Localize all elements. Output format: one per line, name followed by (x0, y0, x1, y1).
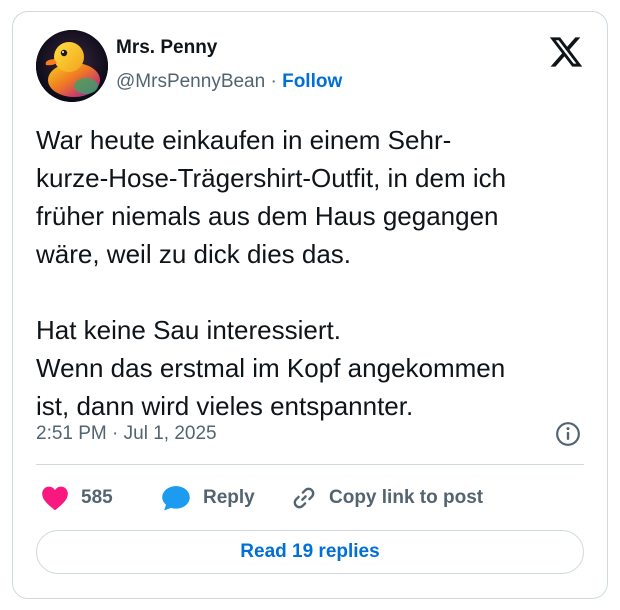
reply-bubble-icon (162, 486, 190, 511)
author-handle[interactable]: @MrsPennyBean (116, 71, 265, 92)
author-handle-line: @MrsPennyBean · Follow (116, 70, 342, 94)
copy-link-button[interactable]: Copy link to post (291, 483, 483, 513)
tweet-line: Hat keine Sau interessiert. (36, 315, 341, 345)
reply-label: Reply (203, 487, 255, 508)
like-button[interactable]: 585 (41, 483, 113, 513)
copy-link-label: Copy link to post (329, 487, 484, 508)
separator-dot: · (270, 71, 277, 92)
like-count: 585 (81, 487, 113, 508)
tweet-text: War heute einkaufen in einem Sehr- kurze… (36, 121, 596, 425)
follow-button[interactable]: Follow (282, 71, 342, 92)
tweet-line: kurze-Hose-Trägershirt-Outfit, in dem ic… (36, 163, 507, 193)
x-logo-icon[interactable] (548, 34, 584, 70)
read-replies-button[interactable]: Read 19 replies (36, 530, 584, 574)
divider (36, 464, 584, 465)
link-icon (293, 487, 315, 509)
tweet-timestamp[interactable]: 2:51 PM · Jul 1, 2025 (36, 422, 217, 446)
info-icon[interactable] (555, 421, 581, 447)
tweet-line: ist, dann wird vieles entspannter. (36, 391, 414, 421)
reply-button[interactable]: Reply (161, 483, 255, 513)
heart-icon (42, 486, 68, 511)
author-name[interactable]: Mrs. Penny (116, 36, 217, 60)
tweet-line: Wenn das erstmal im Kopf angekommen (36, 353, 506, 383)
avatar[interactable] (36, 30, 108, 102)
tweet-card: Mrs. Penny @MrsPennyBean · Follow War he… (12, 11, 608, 599)
tweet-line: wäre, weil zu dick dies das. (36, 239, 352, 269)
tweet-line: War heute einkaufen in einem Sehr- (36, 125, 452, 155)
tweet-line: früher niemals aus dem Haus gegangen (36, 201, 499, 231)
rubber-duck-avatar-icon (36, 30, 108, 102)
